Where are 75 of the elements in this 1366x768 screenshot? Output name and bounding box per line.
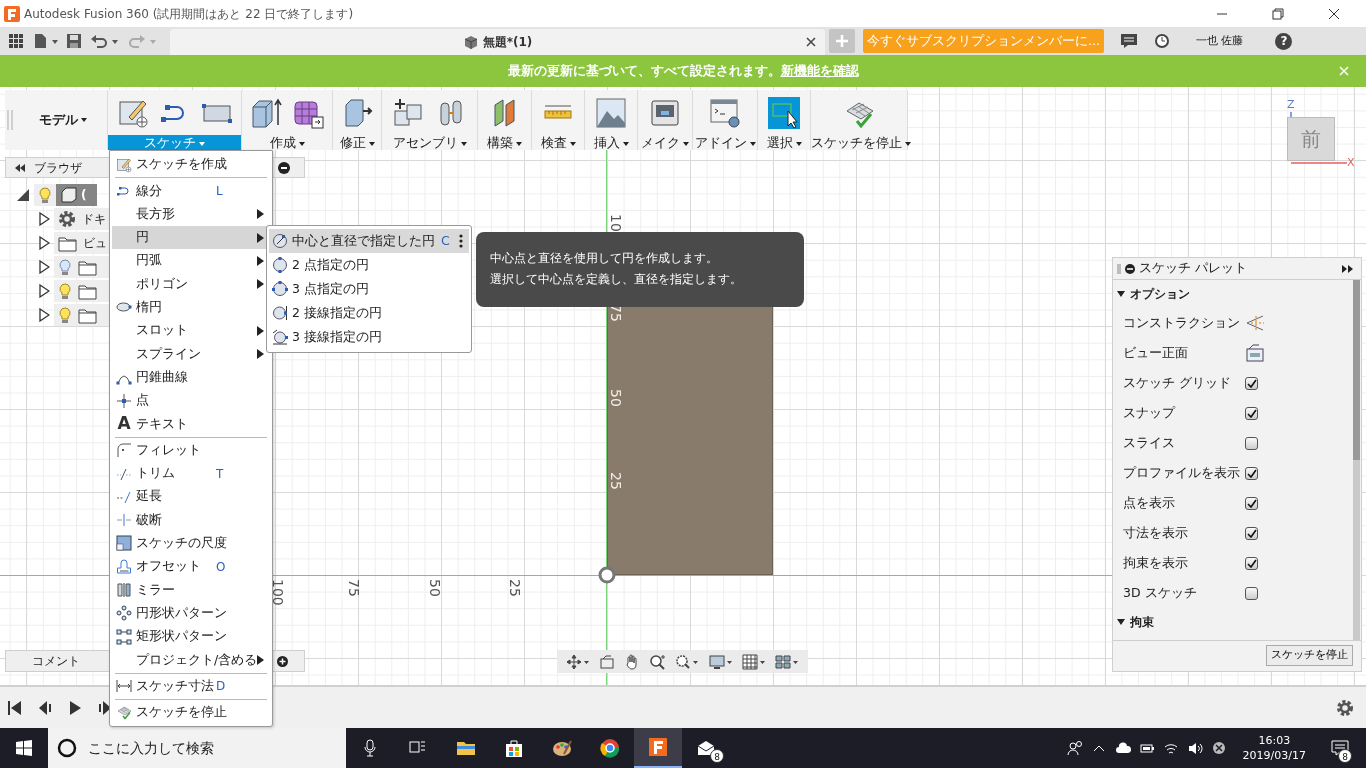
clock-date[interactable]: 2019/03/17: [1242, 748, 1306, 763]
menu-item[interactable]: スケッチを作成: [112, 153, 270, 177]
text-icon: A: [117, 415, 131, 433]
ruler-label: 25: [607, 472, 625, 490]
toolbar-group-menu[interactable]: 作成: [242, 135, 332, 150]
menu-item[interactable]: 円錐曲線: [112, 365, 270, 389]
option-label: 寸法を表示: [1123, 523, 1188, 542]
banner-message: 最新の更新に基づいて、すべて設定されます。: [507, 62, 781, 81]
menu-item[interactable]: 円形状パターン: [112, 601, 270, 625]
submenu-item[interactable]: 中心と直径で指定した円 C: [269, 229, 469, 253]
option-label: 拘束を表示: [1123, 553, 1188, 572]
menu-item[interactable]: オフセット O: [112, 555, 270, 579]
submenu-item[interactable]: 2 点指定の円: [269, 253, 469, 277]
ruler-label: 50: [607, 389, 625, 407]
axis-label: Z: [1287, 97, 1295, 113]
submenu-item[interactable]: 3 点指定の円: [269, 277, 469, 301]
search-field[interactable]: ここに入力して検索: [48, 728, 346, 768]
submenu-item[interactable]: 3 接線指定の円: [269, 325, 469, 349]
option-label: ビュー正面: [1123, 343, 1188, 362]
option-label: スナップ: [1123, 403, 1175, 422]
user-name[interactable]: 一也 佐藤: [1195, 32, 1244, 50]
stop-sketch-button[interactable]: スケッチを停止: [1266, 645, 1353, 666]
menu-item[interactable]: プロジェクト/含める: [112, 648, 270, 672]
panel-title: コメント: [32, 653, 80, 670]
option-label: スライス: [1123, 433, 1175, 452]
toolbar-group-menu[interactable]: メイク: [638, 135, 692, 150]
badge-count: 8: [1338, 749, 1352, 763]
submenu-item[interactable]: 2 接線指定の円: [269, 301, 469, 325]
menu-item[interactable]: 楕円: [112, 295, 270, 320]
section-title: 拘束: [1130, 614, 1154, 631]
panel-title: ブラウザ: [34, 159, 82, 177]
ruler-label: 50: [426, 579, 444, 597]
axis-label: X: [1347, 155, 1355, 171]
ruler-label: 10: [607, 214, 625, 232]
menu-item[interactable]: 線分 L: [112, 179, 270, 203]
document-title: 無題*(1): [482, 34, 533, 51]
menu-item[interactable]: 破断: [112, 508, 270, 532]
document-tab[interactable]: 無題*(1): [170, 29, 825, 55]
section-title: オプション: [1130, 286, 1190, 303]
ruler-label: 100: [269, 579, 287, 606]
tooltip-text: 中心点と直径を使用して円を作成します。: [490, 250, 719, 267]
toolbar-group-menu[interactable]: 構築: [478, 135, 531, 150]
menu-item[interactable]: 点: [112, 388, 270, 413]
help-icon[interactable]: ?: [1275, 32, 1293, 50]
window-title: Autodesk Fusion 360 (試用期間はあと 22 日で終了します): [24, 5, 354, 23]
toolbar-group-menu[interactable]: 検査: [532, 135, 584, 150]
clock-time[interactable]: 16:03: [1258, 733, 1291, 748]
menu-item[interactable]: スケッチの尺度: [112, 531, 270, 556]
workspace-dropdown[interactable]: モデル: [39, 110, 87, 130]
tree-label[interactable]: (: [81, 184, 87, 206]
toolbar-group-menu[interactable]: 選択: [758, 135, 810, 150]
menu-item[interactable]: スケッチ寸法 D: [112, 674, 270, 698]
ruler-label: 75: [607, 304, 625, 322]
toolbar-group-menu[interactable]: アドイン: [693, 135, 757, 150]
ruler-label: 25: [506, 579, 524, 597]
menu-item[interactable]: ミラー: [112, 578, 270, 602]
toolbar-group-menu[interactable]: アセンブリ: [382, 135, 477, 150]
menu-item[interactable]: フィレット: [112, 438, 270, 462]
option-label: 点を表示: [1123, 493, 1175, 512]
menu-item[interactable]: A テキスト: [112, 412, 270, 436]
menu-item[interactable]: 矩形状パターン: [112, 624, 270, 649]
menu-item[interactable]: 長方形: [112, 202, 270, 226]
ruler-label: 75: [345, 579, 363, 597]
toolbar-group-menu[interactable]: 修正: [333, 135, 381, 150]
menu-item[interactable]: トリム T: [112, 461, 270, 486]
option-label: コンストラクション: [1123, 313, 1240, 332]
menu-item[interactable]: スケッチを停止: [112, 700, 270, 725]
panel-title: スケッチ パレット: [1139, 259, 1247, 278]
toolbar-group-menu[interactable]: 挿入: [585, 135, 637, 150]
option-label: スケッチ グリッド: [1123, 373, 1231, 392]
option-label: プロファイルを表示: [1123, 463, 1240, 482]
tooltip-text: 選択して中心点を定義し、直径を指定します。: [490, 271, 743, 288]
menu-item[interactable]: 延長: [112, 485, 270, 509]
option-label: 3D スケッチ: [1123, 583, 1197, 602]
badge-count: 8: [710, 749, 724, 763]
